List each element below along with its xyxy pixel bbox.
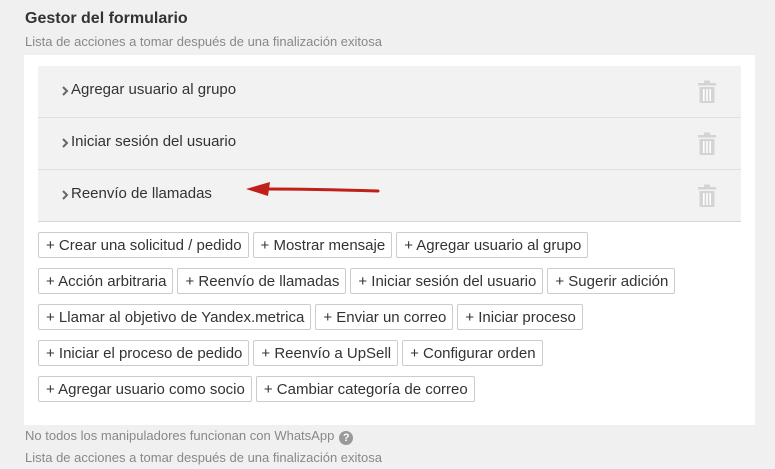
add-change-mail-category-button[interactable]: + Cambiar categoría de correo — [255, 376, 475, 402]
handler-row-call-forwarding[interactable]: Reenvío de llamadas — [38, 170, 741, 221]
handler-label: Iniciar sesión del usuario — [71, 133, 237, 150]
form-handler-subtitle: Lista de acciones a tomar después de una… — [25, 34, 382, 49]
form-handler-title: Gestor del formulario — [25, 10, 188, 27]
add-action-buttons: + Crear una solicitud / pedido + Mostrar … — [38, 232, 738, 412]
action-button-row: + Agregar usuario como socio + Cambiar ca… — [38, 376, 738, 412]
handler-row-add-user-to-group[interactable]: Agregar usuario al grupo — [38, 66, 741, 118]
add-suggest-addition-button[interactable]: + Sugerir adición — [547, 268, 676, 294]
add-arbitrary-action-button[interactable]: + Acción arbitraria — [38, 268, 174, 294]
add-upsell-forward-button[interactable]: + Reenvío a UpSell — [253, 340, 399, 366]
whatsapp-note: No todos los manipuladores funcionan con… — [25, 428, 354, 445]
add-call-forwarding-button[interactable]: + Reenvío de llamadas — [177, 268, 347, 294]
add-yandex-metrica-goal-button[interactable]: + Llamar al objetivo de Yandex.metrica — [38, 304, 312, 330]
whatsapp-note-text: No todos los manipuladores funcionan con… — [25, 428, 335, 443]
handler-row-user-login[interactable]: Iniciar sesión del usuario — [38, 118, 741, 170]
add-user-login-button[interactable]: + Iniciar sesión del usuario — [350, 268, 544, 294]
add-start-process-button[interactable]: + Iniciar proceso — [457, 304, 583, 330]
handler-list: Agregar usuario al grupo Iniciar sesión … — [38, 66, 741, 222]
add-create-request-button[interactable]: + Crear una solicitud / pedido — [38, 232, 249, 258]
chevron-right-icon — [62, 86, 69, 96]
red-arrow-annotation — [246, 182, 380, 196]
add-start-order-process-button[interactable]: + Iniciar el proceso de pedido — [38, 340, 250, 366]
trash-icon[interactable] — [696, 184, 718, 208]
action-button-row: + Crear una solicitud / pedido + Mostrar … — [38, 232, 738, 268]
action-button-row: + Llamar al objetivo de Yandex.metrica + … — [38, 304, 738, 340]
add-configure-order-button[interactable]: + Configurar orden — [402, 340, 543, 366]
trash-icon[interactable] — [696, 132, 718, 156]
footer-subtitle: Lista de acciones a tomar después de una… — [25, 450, 382, 465]
add-user-to-group-button[interactable]: + Agregar usuario al grupo — [396, 232, 589, 258]
add-show-message-button[interactable]: + Mostrar mensaje — [252, 232, 393, 258]
handler-panel: Agregar usuario al grupo Iniciar sesión … — [24, 55, 755, 425]
add-send-email-button[interactable]: + Enviar un correo — [315, 304, 454, 330]
handler-label: Agregar usuario al grupo — [71, 81, 237, 98]
action-button-row: + Acción arbitraria + Reenvío de llamadas… — [38, 268, 738, 304]
help-icon[interactable]: ? — [339, 431, 354, 445]
handler-label: Reenvío de llamadas — [71, 185, 212, 202]
chevron-right-icon — [62, 190, 69, 200]
chevron-right-icon — [62, 138, 69, 148]
add-user-as-partner-button[interactable]: + Agregar usuario como socio — [38, 376, 252, 402]
trash-icon[interactable] — [696, 80, 718, 104]
action-button-row: + Iniciar el proceso de pedido + Reenvío … — [38, 340, 738, 376]
